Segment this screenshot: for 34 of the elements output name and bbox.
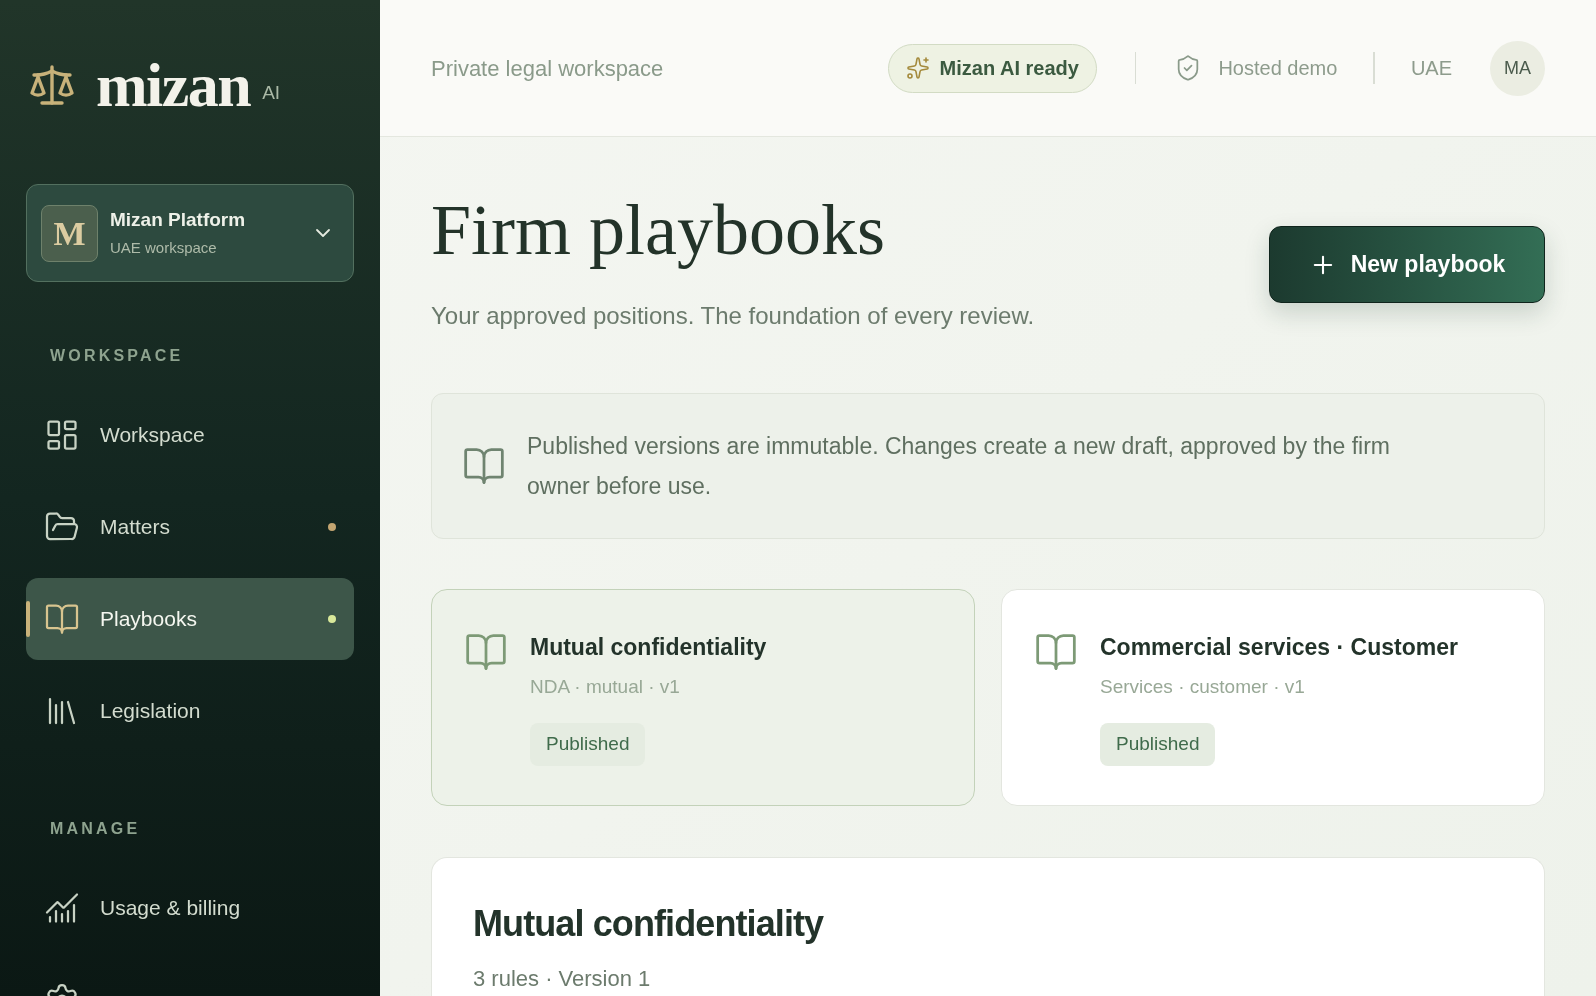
active-indicator [26, 601, 30, 637]
playbook-meta: NDA · mutual · v1 [530, 675, 680, 699]
workspace-switcher[interactable]: M Mizan Platform UAE workspace [26, 184, 354, 282]
notice-text: Published versions are immutable. Changes create a new draft, approved by the firm owner before use. [527, 432, 1391, 501]
detail-summary: 3 rules · Version 1 [473, 965, 651, 993]
nav-item[interactable]: Playbooks [26, 578, 354, 660]
page-subtitle: Your approved positions. The foundation of every review. [431, 301, 1035, 331]
user-avatar[interactable]: MA [1490, 40, 1545, 96]
status-badge: Published [530, 723, 646, 766]
playbook-title: Commercial services · Customer [1100, 633, 1458, 661]
detail-title: Mutual confidentiality [473, 902, 824, 946]
playbook-title: Mutual confidentiality [530, 633, 767, 661]
region-label: UAE [1410, 56, 1452, 81]
playbook-card[interactable]: Mutual confidentiality NDA · mutual · v1 Published [431, 589, 975, 806]
brand-name: mizan [96, 55, 251, 115]
workspace-subtitle: UAE workspace [110, 238, 217, 258]
section-label: WORKSPACE [50, 346, 184, 366]
hosting-label: Hosted demo [1218, 56, 1338, 81]
section-label: MANAGE [50, 819, 141, 839]
status-badge: Published [1100, 723, 1216, 766]
workspace-avatar: M [41, 204, 98, 262]
playbook-card[interactable]: Commercial services · Customer Services · customer · v1 Published [1001, 589, 1545, 806]
workspace-context-label: Private legal workspace [431, 54, 664, 83]
dashboard-icon [44, 417, 80, 453]
nav-item[interactable]: Legislation [26, 670, 354, 752]
new-playbook-button[interactable]: New playbook [1269, 226, 1545, 303]
playbook-meta: Services · customer · v1 [1100, 675, 1305, 699]
nav-item[interactable]: Usage & billing [26, 867, 354, 949]
nav-item[interactable]: Matters [26, 486, 354, 568]
brand-suffix: AI [262, 82, 281, 104]
nav-item[interactable]: Workspace [26, 394, 354, 476]
sparkle-icon [905, 56, 930, 80]
workspace-name: Mizan Platform [110, 208, 246, 232]
ai-status-label: Mizan AI ready [939, 56, 1079, 81]
